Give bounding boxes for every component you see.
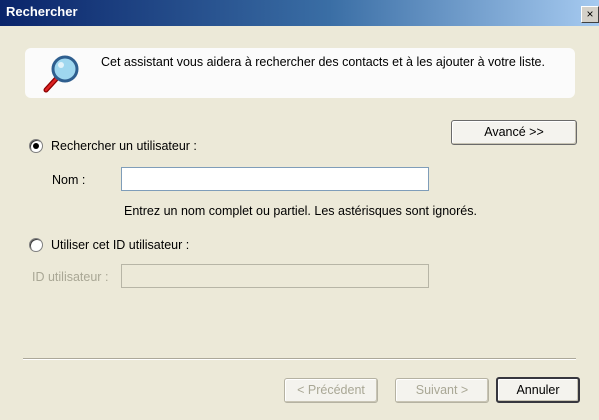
search-magnifier-icon (43, 55, 79, 93)
id-field (121, 264, 429, 288)
search-user-option[interactable]: Rechercher un utilisateur : (29, 139, 197, 153)
close-button[interactable]: × (581, 6, 599, 23)
id-label: ID utilisateur : (32, 270, 109, 284)
search-user-label: Rechercher un utilisateur : (51, 139, 197, 153)
use-id-option[interactable]: Utiliser cet ID utilisateur : (29, 238, 189, 252)
name-field[interactable] (121, 167, 429, 191)
intro-panel: Cet assistant vous aidera à rechercher d… (25, 48, 575, 98)
next-button[interactable]: Suivant > (395, 378, 489, 403)
close-icon: × (586, 7, 594, 21)
search-user-radio[interactable] (29, 139, 43, 153)
previous-button[interactable]: < Précédent (284, 378, 378, 403)
cancel-button[interactable]: Annuler (496, 377, 580, 403)
name-label: Nom : (52, 173, 86, 187)
intro-text: Cet assistant vous aidera à rechercher d… (101, 55, 545, 69)
use-id-radio[interactable] (29, 238, 43, 252)
name-input[interactable] (122, 168, 428, 190)
title-bar: Rechercher × (0, 0, 599, 26)
id-input (122, 265, 428, 287)
window-title: Rechercher (6, 4, 78, 19)
footer-separator (23, 358, 576, 360)
name-hint: Entrez un nom complet ou partiel. Les as… (124, 204, 477, 218)
use-id-label: Utiliser cet ID utilisateur : (51, 238, 190, 252)
advanced-button[interactable]: Avancé >> (451, 120, 577, 145)
